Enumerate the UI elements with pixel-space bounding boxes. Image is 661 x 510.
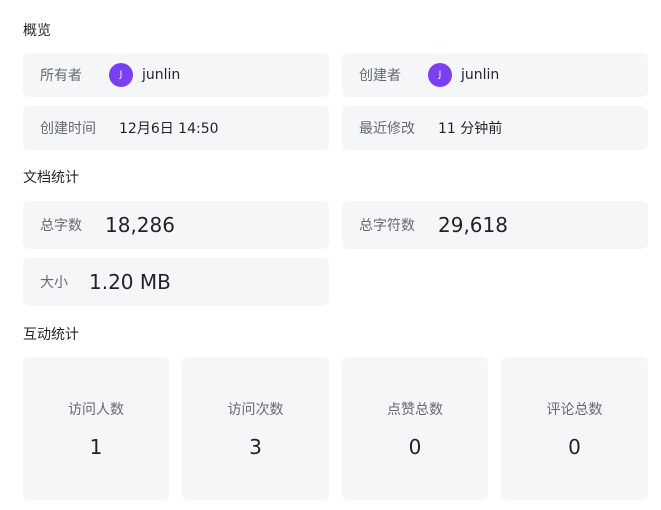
total-symbols-card: 总字符数 29,618 <box>342 201 648 249</box>
owner-label: 所有者 <box>40 68 82 84</box>
total-symbols-value: 29,618 <box>438 213 508 237</box>
section-title-overview: 概览 <box>23 23 51 39</box>
owner-card: 所有者 J junlin <box>23 53 329 97</box>
size-label: 大小 <box>40 275 68 291</box>
total-chars-card: 总字数 18,286 <box>23 201 329 249</box>
section-title-doc-stats: 文档统计 <box>23 170 79 186</box>
created-time-label: 创建时间 <box>40 121 96 137</box>
visits-card: 访问次数 3 <box>182 357 329 500</box>
owner-name[interactable]: junlin <box>142 67 180 83</box>
creator-label: 创建者 <box>359 68 401 84</box>
comments-label: 评论总数 <box>546 401 603 418</box>
likes-label: 点赞总数 <box>387 401 443 418</box>
size-value: 1.20 MB <box>89 270 171 294</box>
section-title-interaction-stats: 互动统计 <box>23 327 79 343</box>
comments-card: 评论总数 0 <box>501 357 648 500</box>
modified-time-value: 11 分钟前 <box>438 121 503 137</box>
visits-value: 3 <box>249 434 262 459</box>
visits-label: 访问次数 <box>227 401 284 418</box>
creator-name[interactable]: junlin <box>461 67 499 83</box>
visitors-label: 访问人数 <box>68 401 124 418</box>
created-time-card: 创建时间 12月6日 14:50 <box>23 106 329 150</box>
owner-avatar[interactable]: J <box>109 63 133 87</box>
total-symbols-label: 总字符数 <box>359 218 415 234</box>
visitors-value: 1 <box>89 434 103 459</box>
visitors-card: 访问人数 1 <box>23 357 169 500</box>
modified-time-card: 最近修改 11 分钟前 <box>342 106 648 150</box>
created-time-value: 12月6日 14:50 <box>119 121 219 137</box>
document-info-panel: 概览 所有者 J junlin 创建者 J junlin 创建时间 12月6日 … <box>0 0 661 510</box>
total-chars-label: 总字数 <box>40 218 82 234</box>
total-chars-value: 18,286 <box>105 213 175 237</box>
modified-time-label: 最近修改 <box>359 121 415 137</box>
creator-card: 创建者 J junlin <box>342 53 648 97</box>
likes-card: 点赞总数 0 <box>342 357 488 500</box>
creator-avatar[interactable]: J <box>428 63 452 87</box>
comments-value: 0 <box>568 434 581 459</box>
likes-value: 0 <box>408 434 422 459</box>
size-card: 大小 1.20 MB <box>23 258 329 306</box>
